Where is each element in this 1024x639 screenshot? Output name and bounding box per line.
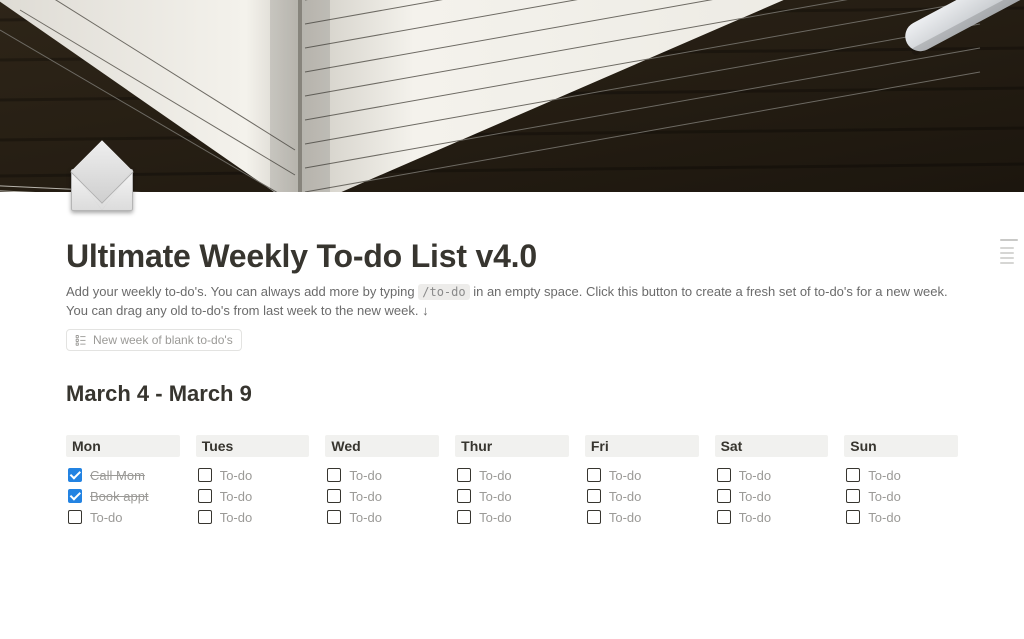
todo-checkbox[interactable]	[717, 489, 731, 503]
day-header[interactable]: Sun	[844, 435, 958, 457]
day-header[interactable]: Wed	[325, 435, 439, 457]
todo-item[interactable]: To-do	[715, 486, 829, 507]
todo-checkbox[interactable]	[457, 468, 471, 482]
todo-label[interactable]: To-do	[739, 489, 772, 504]
todo-checkbox[interactable]	[198, 510, 212, 524]
todo-checkbox[interactable]	[327, 489, 341, 503]
todo-checkbox[interactable]	[717, 468, 731, 482]
day-column: Sun To-do To-do To-do	[844, 435, 958, 528]
todo-item[interactable]: To-do	[455, 507, 569, 528]
todo-label[interactable]: To-do	[220, 510, 253, 525]
day-column: Sat To-do To-do To-do	[715, 435, 829, 528]
page-description[interactable]: Add your weekly to-do's. You can always …	[66, 283, 958, 321]
page-title[interactable]: Ultimate Weekly To-do List v4.0	[66, 192, 958, 275]
todo-label[interactable]: To-do	[479, 510, 512, 525]
day-column: Fri To-do To-do To-do	[585, 435, 699, 528]
day-header[interactable]: Fri	[585, 435, 699, 457]
new-week-button[interactable]: New week of blank to-do's	[66, 329, 242, 351]
todo-item[interactable]: To-do	[844, 486, 958, 507]
todo-label[interactable]: To-do	[479, 489, 512, 504]
todo-checkbox[interactable]	[846, 468, 860, 482]
todo-item[interactable]: To-do	[325, 486, 439, 507]
todo-checkbox[interactable]	[587, 468, 601, 482]
todo-checkbox[interactable]	[68, 489, 82, 503]
todo-item[interactable]: To-do	[196, 465, 310, 486]
envelope-icon	[71, 169, 133, 211]
todo-checkbox[interactable]	[587, 510, 601, 524]
todo-checkbox[interactable]	[198, 468, 212, 482]
week-columns: MonCall MomBook apptTo-doTuesTo-doTo-doT…	[66, 435, 958, 528]
todo-label[interactable]: To-do	[739, 510, 772, 525]
todo-checkbox[interactable]	[198, 489, 212, 503]
todo-item[interactable]: To-do	[325, 465, 439, 486]
todo-label[interactable]: To-do	[349, 468, 382, 483]
day-column: Thur To-do To-do To-do	[455, 435, 569, 528]
day-header[interactable]: Mon	[66, 435, 180, 457]
todo-item[interactable]: To-do	[196, 486, 310, 507]
todo-item[interactable]: To-do	[325, 507, 439, 528]
todo-label[interactable]: To-do	[90, 510, 123, 525]
todo-label[interactable]: To-do	[609, 510, 642, 525]
todo-checkbox[interactable]	[68, 510, 82, 524]
todo-checkbox[interactable]	[68, 468, 82, 482]
todo-item[interactable]: Book appt	[66, 486, 180, 507]
todo-item[interactable]: To-do	[585, 465, 699, 486]
day-column: Wed To-do To-do To-do	[325, 435, 439, 528]
checklist-icon	[75, 334, 87, 346]
todo-item[interactable]: To-do	[455, 465, 569, 486]
todo-label[interactable]: To-do	[609, 489, 642, 504]
todo-label[interactable]: To-do	[868, 489, 901, 504]
todo-label[interactable]: To-do	[349, 510, 382, 525]
todo-item[interactable]: To-do	[844, 465, 958, 486]
day-header[interactable]: Tues	[196, 435, 310, 457]
todo-item[interactable]: To-do	[66, 507, 180, 528]
todo-checkbox[interactable]	[457, 510, 471, 524]
todo-item[interactable]: Call Mom	[66, 465, 180, 486]
todo-item[interactable]: To-do	[715, 465, 829, 486]
todo-checkbox[interactable]	[327, 510, 341, 524]
week-range-heading[interactable]: March 4 - March 9	[66, 381, 958, 407]
todo-item[interactable]: To-do	[844, 507, 958, 528]
todo-checkbox[interactable]	[846, 510, 860, 524]
day-header[interactable]: Sat	[715, 435, 829, 457]
day-column: Mon Call Mom Book appt To-do	[66, 435, 180, 528]
todo-checkbox[interactable]	[717, 510, 731, 524]
todo-item[interactable]: To-do	[196, 507, 310, 528]
todo-label[interactable]: To-do	[868, 510, 901, 525]
cover-image	[0, 0, 1024, 192]
todo-label[interactable]: Call Mom	[90, 468, 145, 483]
day-column: Tues To-do To-do To-do	[196, 435, 310, 528]
todo-label[interactable]: Book appt	[90, 489, 149, 504]
todo-label[interactable]: To-do	[220, 468, 253, 483]
todo-item[interactable]: To-do	[585, 486, 699, 507]
todo-checkbox[interactable]	[457, 489, 471, 503]
todo-label[interactable]: To-do	[220, 489, 253, 504]
todo-label[interactable]: To-do	[868, 468, 901, 483]
page-icon[interactable]	[66, 154, 138, 226]
todo-checkbox[interactable]	[846, 489, 860, 503]
new-week-button-label: New week of blank to-do's	[93, 333, 233, 347]
todo-checkbox[interactable]	[327, 468, 341, 482]
todo-checkbox[interactable]	[587, 489, 601, 503]
description-text-1: Add your weekly to-do's. You can always …	[66, 284, 418, 299]
todo-label[interactable]: To-do	[739, 468, 772, 483]
todo-item[interactable]: To-do	[455, 486, 569, 507]
todo-label[interactable]: To-do	[349, 489, 382, 504]
todo-item[interactable]: To-do	[715, 507, 829, 528]
inline-code-todo: /to-do	[418, 284, 469, 300]
day-header[interactable]: Thur	[455, 435, 569, 457]
todo-label[interactable]: To-do	[609, 468, 642, 483]
todo-label[interactable]: To-do	[479, 468, 512, 483]
todo-item[interactable]: To-do	[585, 507, 699, 528]
